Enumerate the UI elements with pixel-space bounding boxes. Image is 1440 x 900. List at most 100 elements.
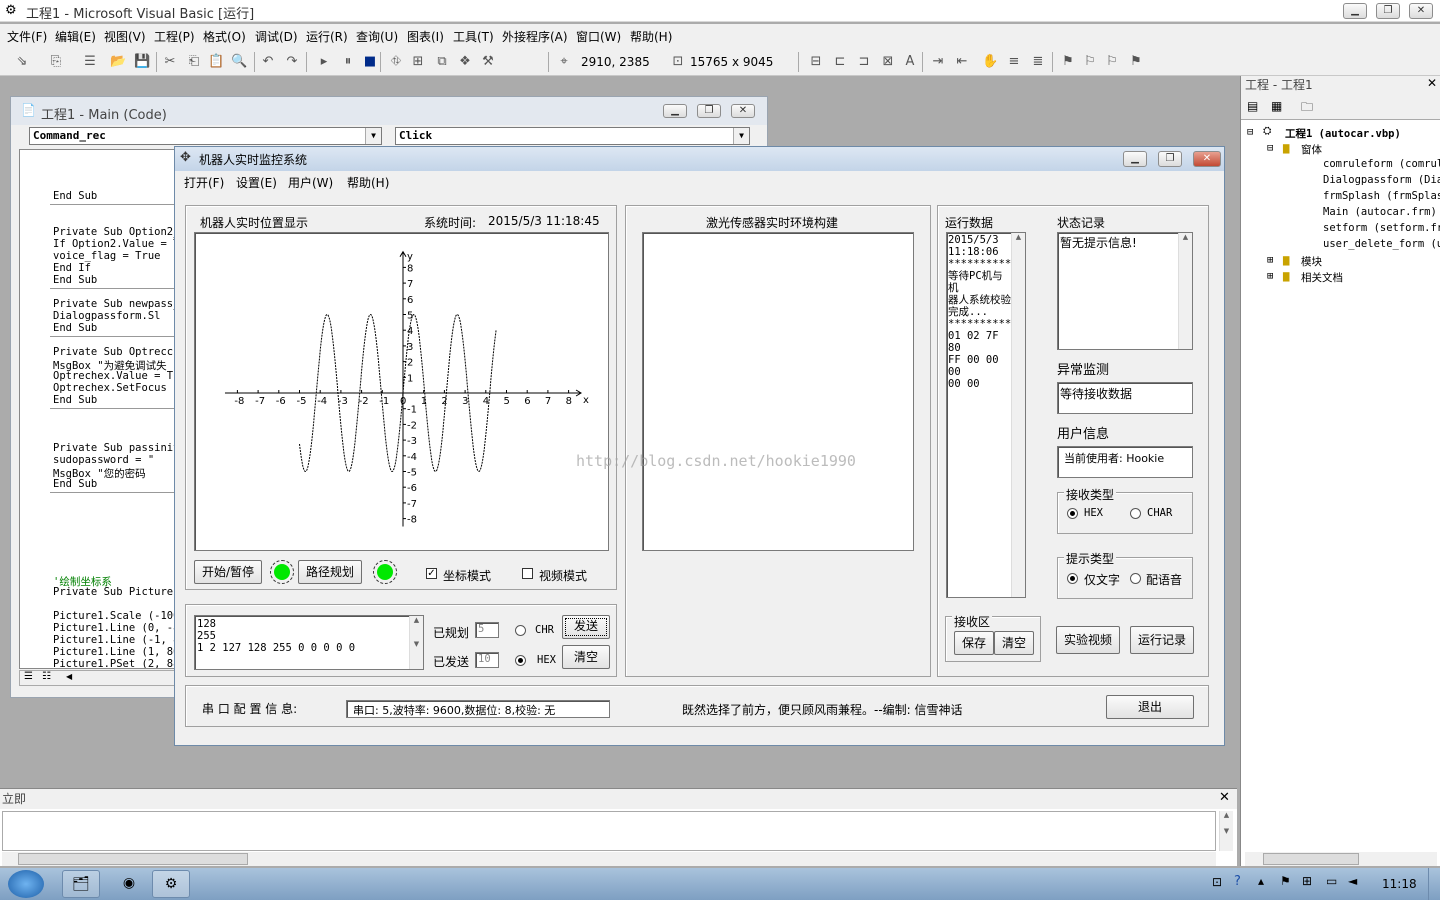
comment-block-icon[interactable]: ≡: [1006, 54, 1022, 70]
power-icon[interactable]: ▭: [1326, 874, 1337, 888]
align-icon[interactable]: ⊟: [808, 54, 824, 70]
code-minimize-icon[interactable]: ▁: [663, 104, 687, 118]
tray-expand-icon[interactable]: ▴: [1258, 874, 1264, 888]
firefox-taskbar-icon[interactable]: ◉: [110, 870, 148, 898]
code-hscrollbar[interactable]: ☰ ☷ ◀: [19, 670, 177, 686]
menu-view[interactable]: 视图(V): [104, 28, 146, 45]
show-desktop-button[interactable]: [1428, 868, 1440, 900]
scroll-left-icon[interactable]: ◀: [66, 672, 72, 681]
project-hscrollbar[interactable]: [1245, 852, 1437, 866]
open-folder-icon[interactable]: 📂: [110, 54, 126, 70]
prev-bookmark-icon[interactable]: ⚐: [1104, 54, 1120, 70]
start-button[interactable]: [8, 870, 44, 898]
align-center-icon[interactable]: ⊐: [856, 54, 872, 70]
send-button[interactable]: 发送: [562, 615, 610, 639]
pause-icon[interactable]: ⏸: [340, 54, 356, 70]
status-log-box[interactable]: 暂无提示信息! ▲: [1057, 232, 1193, 350]
tree-collapse-icon[interactable]: ⊟: [1247, 126, 1253, 138]
code-close-icon[interactable]: ✕: [731, 104, 755, 118]
properties-icon[interactable]: ⊞: [410, 54, 426, 70]
menu-help[interactable]: 帮助(H): [630, 28, 672, 45]
immediate-vscrollbar[interactable]: ▲ ▼: [1219, 811, 1233, 851]
bookmark-icon[interactable]: ⚑: [1060, 54, 1076, 70]
robot-restore-icon[interactable]: ❐: [1158, 151, 1182, 167]
menu-debug[interactable]: 调试(D): [255, 28, 298, 45]
menu-diagram[interactable]: 图表(I): [407, 28, 444, 45]
tree-form-item[interactable]: Main (autocar.frm): [1323, 206, 1437, 218]
view-code-icon[interactable]: ▤: [1247, 99, 1258, 113]
recv-char-radio[interactable]: [1130, 508, 1141, 519]
menu-project[interactable]: 工程(P): [154, 28, 195, 45]
recv-hex-radio[interactable]: [1067, 508, 1078, 519]
save-icon[interactable]: 💾: [134, 54, 150, 70]
robot-menu-user[interactable]: 用户(W): [288, 174, 333, 191]
toolbox-icon[interactable]: ⚒: [480, 54, 496, 70]
indent-icon[interactable]: ⇥: [930, 54, 946, 70]
immediate-hscrollbar[interactable]: [2, 852, 1216, 866]
planned-field[interactable]: 5: [475, 622, 499, 638]
close-icon[interactable]: ✕: [1409, 3, 1433, 19]
procedure-view-icon[interactable]: ☰: [24, 671, 33, 682]
menu-window[interactable]: 窗口(W): [576, 28, 621, 45]
tree-form-item[interactable]: Dialogpassform (Dia: [1323, 174, 1440, 186]
receive-clear-button[interactable]: 清空: [994, 631, 1034, 655]
send-clear-button[interactable]: 清空: [562, 645, 610, 669]
robot-minimize-icon[interactable]: ▁: [1123, 151, 1147, 167]
tree-modules-folder[interactable]: 模块: [1301, 254, 1322, 269]
view-object-icon[interactable]: ▦: [1271, 99, 1282, 113]
run-data-box[interactable]: 2015/5/3 11:18:06 ************ 等待PC机与机 器…: [946, 232, 1026, 598]
chr-radio[interactable]: [515, 625, 526, 636]
code-restore-icon[interactable]: ❐: [697, 104, 721, 118]
hint-text-radio[interactable]: [1067, 573, 1078, 584]
sent-field[interactable]: 10: [475, 652, 499, 668]
chevron-down-icon[interactable]: ▼: [365, 128, 381, 144]
tree-project-root[interactable]: 工程1 (autocar.vbp): [1285, 126, 1401, 141]
project-close-icon[interactable]: ✕: [1427, 76, 1437, 90]
next-bookmark-icon[interactable]: ⚐: [1082, 54, 1098, 70]
vb-taskbar-icon[interactable]: ⚙: [152, 870, 190, 898]
ime-icon[interactable]: ⊡: [1212, 875, 1222, 889]
minimize-icon[interactable]: ▁: [1343, 3, 1367, 19]
menu-editor-icon[interactable]: ☰: [82, 54, 98, 70]
group-icon[interactable]: ⊠: [880, 54, 896, 70]
tree-docs-folder[interactable]: 相关文档: [1301, 270, 1343, 285]
tree-form-item[interactable]: setform (setform.fr: [1323, 222, 1440, 234]
uncomment-block-icon[interactable]: ≣: [1030, 54, 1046, 70]
hex-radio[interactable]: [515, 655, 526, 666]
hint-voice-radio[interactable]: [1130, 573, 1141, 584]
tray-flag-icon[interactable]: ⚑: [1280, 874, 1291, 888]
code-editor[interactable]: End Sub Private Sub Option2_( If Option2…: [19, 149, 177, 669]
run-data-scrollbar[interactable]: ▲: [1011, 233, 1025, 597]
menu-addins[interactable]: 外接程序(A): [502, 28, 568, 45]
save-button[interactable]: 保存: [954, 631, 994, 655]
cut-icon[interactable]: ✂: [162, 54, 178, 70]
status-log-scrollbar[interactable]: ▲: [1178, 233, 1192, 349]
volume-icon[interactable]: ◄: [1348, 874, 1357, 888]
explorer-taskbar-icon[interactable]: 🗂: [62, 870, 100, 898]
run-log-button[interactable]: 运行记录: [1130, 626, 1194, 654]
restore-icon[interactable]: ❐: [1376, 3, 1400, 19]
start-icon[interactable]: ▸: [316, 54, 332, 70]
help-icon[interactable]: ?: [1234, 874, 1241, 889]
video-mode-checkbox[interactable]: [522, 568, 533, 579]
tree-collapse-icon[interactable]: ⊟: [1267, 142, 1273, 154]
robot-close-icon[interactable]: ✕: [1193, 151, 1221, 167]
add-project-icon[interactable]: ⇘: [14, 54, 30, 70]
object-browser-icon[interactable]: ❖: [457, 54, 473, 70]
path-plan-button[interactable]: 路径规划: [298, 560, 362, 584]
tree-form-item[interactable]: user_delete_form (u: [1323, 238, 1440, 250]
full-module-view-icon[interactable]: ☷: [42, 671, 51, 682]
stop-icon[interactable]: ■: [362, 54, 378, 70]
menu-query[interactable]: 查询(U): [356, 28, 398, 45]
toggle-folders-icon[interactable]: 🗀: [1301, 98, 1313, 119]
clear-bookmarks-icon[interactable]: ⚑: [1128, 54, 1144, 70]
undo-icon[interactable]: ↶: [260, 54, 276, 70]
exit-button[interactable]: 退出: [1106, 695, 1194, 719]
tree-form-item[interactable]: comruleform (comrul: [1323, 158, 1440, 170]
network-icon[interactable]: ⊞: [1302, 874, 1312, 888]
paste-icon[interactable]: 📋: [208, 54, 224, 70]
robot-menu-settings[interactable]: 设置(E): [236, 174, 277, 191]
toggle-breakpoint-icon[interactable]: ✋: [982, 54, 998, 70]
find-icon[interactable]: 🔍: [231, 54, 247, 70]
send-scrollbar[interactable]: ▲ ▼: [409, 616, 423, 669]
